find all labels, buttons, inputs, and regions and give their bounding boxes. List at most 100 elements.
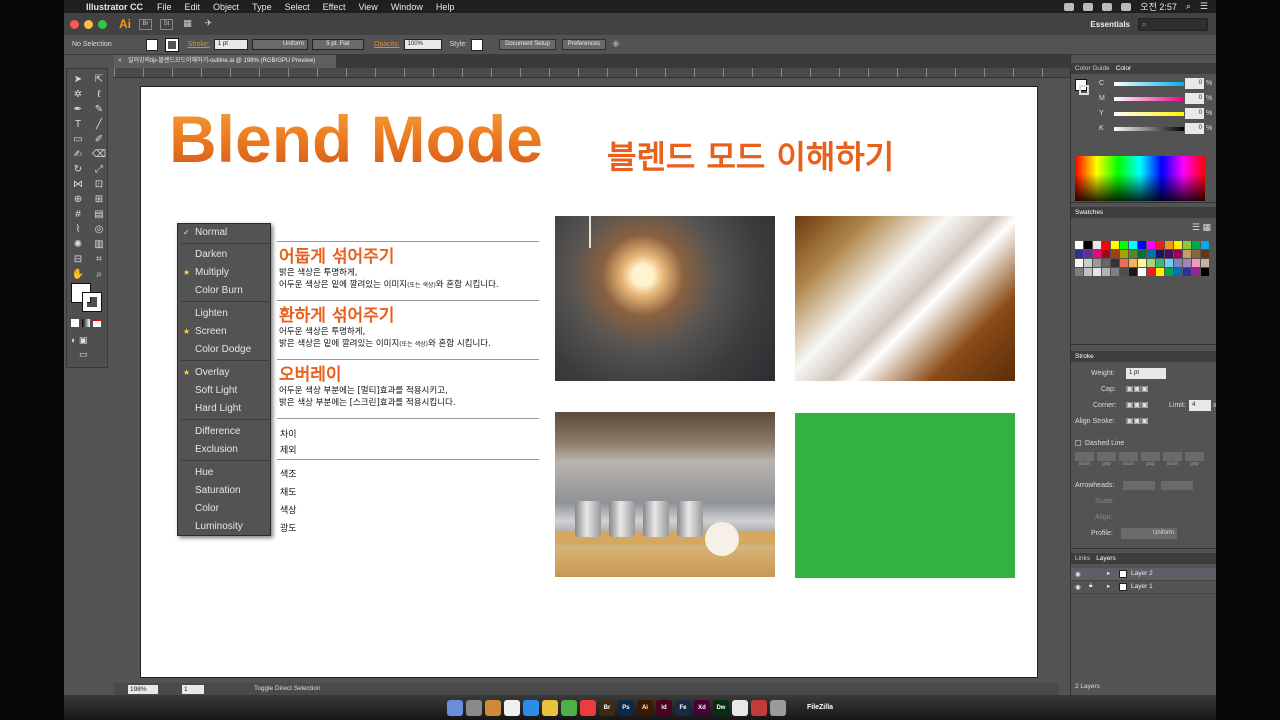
weight-field[interactable]: 1 pt xyxy=(1126,368,1166,379)
yellow-bar[interactable] xyxy=(1114,112,1184,116)
trash-icon[interactable] xyxy=(769,699,786,716)
cyan-value[interactable]: 0 xyxy=(1185,78,1204,89)
black-bar[interactable] xyxy=(1114,127,1184,131)
blend-color[interactable]: Color xyxy=(178,500,272,517)
spotlight-icon[interactable]: ⌕ xyxy=(1186,1,1191,12)
swatch[interactable] xyxy=(1138,241,1146,249)
eraser-tool-icon[interactable]: ⌫ xyxy=(90,148,108,162)
swatch[interactable] xyxy=(1192,259,1200,267)
close-tab-icon[interactable]: × xyxy=(118,55,122,68)
swatch[interactable] xyxy=(1192,241,1200,249)
gpu-performance-icon[interactable]: ✈ xyxy=(202,18,215,30)
limit-field[interactable]: 4 xyxy=(1189,400,1211,411)
blend-exclusion[interactable]: Exclusion xyxy=(178,441,272,458)
swatch[interactable] xyxy=(1120,268,1128,276)
dock-app-br[interactable]: Br xyxy=(598,699,615,716)
menu-select[interactable]: Select xyxy=(285,2,310,12)
layer-row[interactable]: ◉ ▸ Layer 2 xyxy=(1071,568,1216,581)
blend-luminosity[interactable]: Luminosity xyxy=(178,518,272,535)
stroke-weight-field[interactable]: 1 pt xyxy=(213,39,248,50)
swatch[interactable] xyxy=(1138,268,1146,276)
preferences-button[interactable]: Preferences xyxy=(561,39,607,50)
document-setup-button[interactable]: Document Setup xyxy=(499,39,556,50)
dash-field-2[interactable] xyxy=(1119,452,1138,461)
arrowhead-end-select[interactable] xyxy=(1161,481,1193,490)
battery-icon[interactable] xyxy=(1102,2,1113,11)
rectangle-tool-icon[interactable]: ▭ xyxy=(69,133,87,147)
swatch[interactable] xyxy=(1075,268,1083,276)
eye-icon[interactable]: ◉ xyxy=(1075,583,1081,591)
yellow-value[interactable]: 0 xyxy=(1185,108,1204,119)
cyan-bar[interactable] xyxy=(1114,82,1184,86)
brush-definition[interactable]: 5 pt. Flat xyxy=(311,39,364,50)
swatch[interactable] xyxy=(1120,259,1128,267)
dock-app-fe[interactable]: Fe xyxy=(674,699,691,716)
swatch[interactable] xyxy=(1165,259,1173,267)
scale-tool-icon[interactable]: ⤢ xyxy=(90,163,108,177)
swatches-tab[interactable]: Swatches xyxy=(1075,207,1103,218)
fill-swatch[interactable] xyxy=(145,38,158,51)
photos-icon[interactable] xyxy=(579,699,596,716)
launchpad-icon[interactable] xyxy=(465,699,482,716)
swatch[interactable] xyxy=(1174,268,1182,276)
document-tab[interactable]: × 일러강의tip-블렌드모드이해하기-outline.ai @ 198% (R… xyxy=(114,55,336,68)
blend-color-burn[interactable]: Color Burn xyxy=(178,282,272,299)
eye-icon[interactable]: ◉ xyxy=(1075,570,1081,578)
swatch[interactable] xyxy=(1129,268,1137,276)
finder-icon[interactable] xyxy=(446,699,463,716)
search-stock-input[interactable]: ⌕ xyxy=(1138,17,1208,31)
swatch[interactable] xyxy=(1075,250,1083,258)
graphic-style-swatch[interactable] xyxy=(471,38,484,51)
swatch[interactable] xyxy=(1102,250,1110,258)
wifi-icon[interactable] xyxy=(1083,2,1094,11)
swatch[interactable] xyxy=(1093,241,1101,249)
creative-cloud-icon[interactable] xyxy=(1064,2,1075,11)
menu-effect[interactable]: Effect xyxy=(323,2,346,12)
blend-darken[interactable]: Darken xyxy=(178,246,272,263)
profile-select[interactable]: Uniform xyxy=(1121,528,1177,539)
swatch[interactable] xyxy=(1147,259,1155,267)
hand-tool-icon[interactable]: ✋ xyxy=(69,268,87,282)
swatch[interactable] xyxy=(1120,250,1128,258)
dashed-line-checkbox[interactable] xyxy=(1075,440,1081,446)
swatch[interactable] xyxy=(1174,259,1182,267)
selection-tool-icon[interactable]: ➤ xyxy=(69,73,87,87)
swatch[interactable] xyxy=(1165,268,1173,276)
swatch[interactable] xyxy=(1102,241,1110,249)
swatch[interactable] xyxy=(1102,268,1110,276)
dock-app-dw[interactable]: Dw xyxy=(712,699,729,716)
menu-object[interactable]: Object xyxy=(213,2,239,12)
gradient-mode-icon[interactable] xyxy=(82,319,90,327)
free-transform-tool-icon[interactable]: ⊡ xyxy=(90,178,108,192)
corner-buttons-icon[interactable]: ▣▣▣ xyxy=(1126,400,1149,409)
app-icon[interactable] xyxy=(750,699,767,716)
dash-field-1[interactable] xyxy=(1075,452,1094,461)
swatch[interactable] xyxy=(1201,268,1209,276)
metallic-gradient-rectangle[interactable] xyxy=(795,216,1015,381)
zoom-window-button[interactable] xyxy=(98,19,107,29)
swatch[interactable] xyxy=(1183,268,1191,276)
close-window-button[interactable] xyxy=(70,19,79,29)
magenta-bar[interactable] xyxy=(1114,97,1184,101)
swatch[interactable] xyxy=(1075,241,1083,249)
lasso-tool-icon[interactable]: ℓ xyxy=(90,88,108,102)
black-value[interactable]: 0 xyxy=(1185,123,1204,134)
swatch[interactable] xyxy=(1147,268,1155,276)
swatch[interactable] xyxy=(1093,268,1101,276)
variable-width-profile[interactable]: Uniform xyxy=(251,39,308,50)
swatch[interactable] xyxy=(1084,259,1092,267)
direct-selection-tool-icon[interactable]: ⇱ xyxy=(90,73,108,87)
perspective-grid-tool-icon[interactable]: ⊞ xyxy=(90,193,108,207)
arrange-documents-icon[interactable]: ▦ xyxy=(181,18,194,30)
menu-file[interactable]: File xyxy=(157,2,172,12)
slice-tool-icon[interactable]: ⌗ xyxy=(90,253,108,267)
filezilla-label[interactable]: FileZilla xyxy=(807,700,833,716)
expand-icon[interactable]: ▸ xyxy=(1107,569,1110,577)
artboard-number-field[interactable]: 1 xyxy=(182,684,204,694)
lamp-photo[interactable] xyxy=(555,216,775,381)
swatch[interactable] xyxy=(1093,259,1101,267)
swatch[interactable] xyxy=(1147,250,1155,258)
shaper-tool-icon[interactable]: ✍ xyxy=(69,148,87,162)
arrange-icon[interactable]: ⁜ xyxy=(612,39,620,50)
swatch[interactable] xyxy=(1174,250,1182,258)
